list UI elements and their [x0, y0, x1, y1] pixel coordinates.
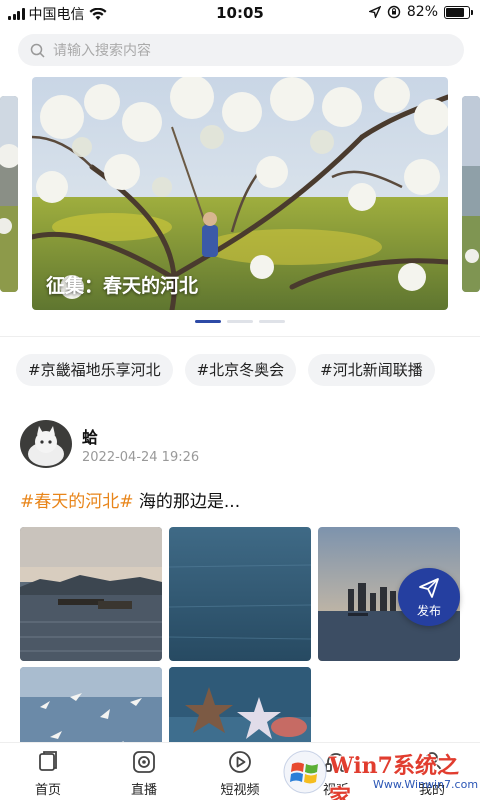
section-divider [0, 336, 480, 337]
windows-logo-icon [283, 750, 327, 794]
tab-label: 直播 [130, 783, 157, 798]
home-icon [39, 751, 57, 771]
search-icon [30, 43, 45, 58]
post-body: 海的那边是... [133, 492, 241, 512]
banner-next-slide[interactable] [462, 96, 480, 292]
topic-tags: #京畿福地乐享河北 #北京冬奥会 #河北新闻联播 [16, 354, 435, 386]
carousel-dot [259, 320, 285, 323]
publish-label: 发布 [416, 604, 441, 618]
publish-button[interactable]: 发布 [398, 568, 460, 626]
watermark: Win7系统之家 Www.Winwin7.com [283, 748, 479, 800]
post-username[interactable]: 蛤 [82, 424, 98, 448]
carousel-dot [195, 320, 221, 323]
search-placeholder: 请输入搜索内容 [53, 43, 151, 59]
banner-prev-slide[interactable] [0, 96, 18, 292]
banner-caption: 征集：春天的河北 [46, 275, 199, 297]
topic-tag[interactable]: #河北新闻联播 [308, 354, 435, 386]
topic-tag[interactable]: #北京冬奥会 [184, 354, 297, 386]
play-icon [229, 751, 251, 773]
post-text: #春天的河北# 海的那边是... [20, 487, 240, 512]
carousel-indicator [0, 320, 480, 323]
battery-percent: 82% [406, 4, 438, 20]
post-image[interactable] [20, 527, 162, 661]
rotation-lock-icon [387, 5, 401, 19]
avatar[interactable] [20, 420, 72, 468]
post-hashtag[interactable]: #春天的河北# [20, 492, 134, 512]
live-icon [133, 751, 155, 773]
status-bar: 中国电信 10:05 82% [0, 0, 480, 26]
watermark-url: Www.Winwin7.com [373, 778, 479, 791]
tab-label: 短视频 [220, 783, 260, 798]
banner-slide[interactable]: 征集：春天的河北 [32, 77, 448, 310]
carousel-dot [227, 320, 253, 323]
tab-home[interactable]: 首页 [8, 749, 88, 798]
app-screen: 中国电信 10:05 82% 请输入搜索内容 征集：春天的河北 #京畿福地乐享河… [0, 0, 480, 800]
paper-plane-icon [419, 578, 439, 598]
battery-icon [444, 5, 473, 19]
search-bar[interactable]: 请输入搜索内容 [18, 34, 464, 66]
post-timestamp: 2022-04-24 19:26 [82, 450, 200, 465]
tab-label: 首页 [34, 783, 61, 798]
watermark-text: Win7系统之家 [329, 753, 459, 800]
location-icon [368, 6, 381, 18]
topic-tag[interactable]: #京畿福地乐享河北 [16, 354, 173, 386]
tab-short-video[interactable]: 短视频 [200, 749, 280, 798]
post-image[interactable] [169, 527, 311, 661]
tab-live[interactable]: 直播 [104, 749, 184, 798]
